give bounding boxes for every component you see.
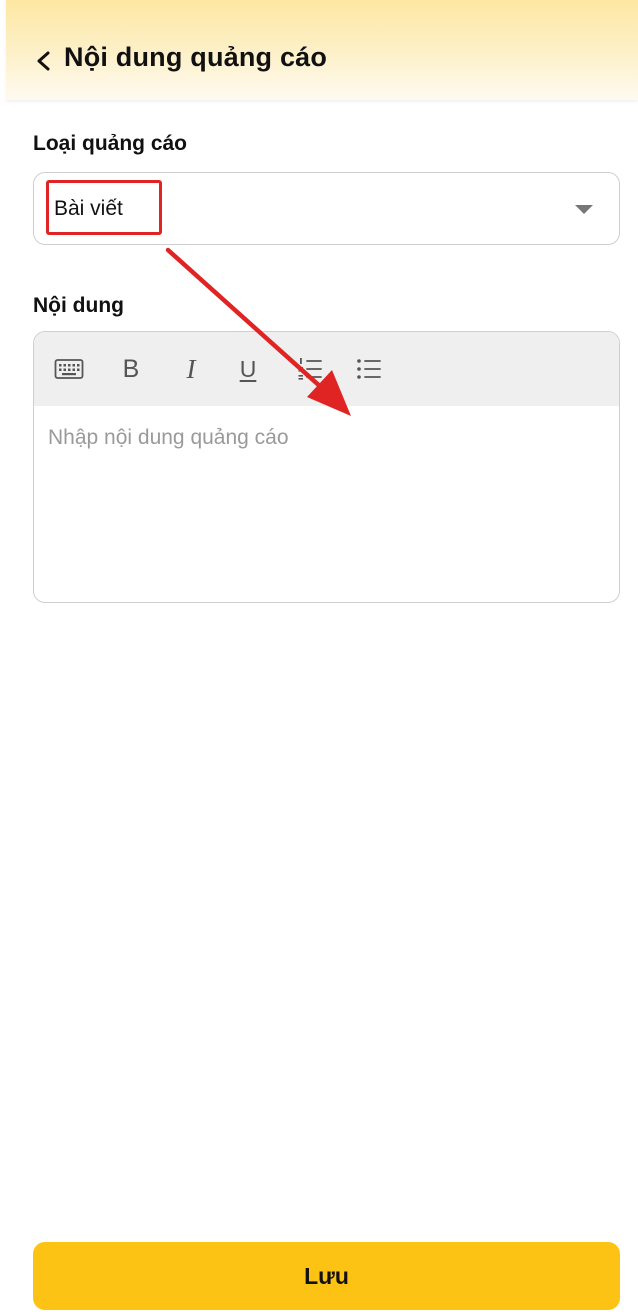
bold-label: B xyxy=(122,354,140,383)
editor-toolbar: B I U xyxy=(34,332,619,406)
bold-button[interactable]: B xyxy=(114,352,148,386)
italic-button[interactable]: I xyxy=(174,352,208,386)
bullet-list-icon xyxy=(357,359,381,379)
save-button[interactable]: Lưu xyxy=(33,1242,620,1310)
keyboard-button[interactable] xyxy=(52,352,86,386)
ordered-list-button[interactable] xyxy=(293,352,327,386)
content-input[interactable]: Nhập nội dung quảng cáo xyxy=(48,426,289,450)
content-label: Nội dung xyxy=(33,294,124,317)
italic-label: I xyxy=(186,353,196,384)
page-title: Nội dung quảng cáo xyxy=(64,42,328,72)
ordered-list-icon xyxy=(298,358,322,380)
content-editor: B I U Nhập nội dung quảng cáo xyxy=(33,331,620,603)
chevron-left-icon xyxy=(37,51,50,71)
screen: Nội dung quảng cáo Loại quảng cáo Bài vi… xyxy=(6,0,638,1312)
app-header: Nội dung quảng cáo xyxy=(6,0,638,100)
annotation-highlight-box xyxy=(46,180,162,235)
underline-button[interactable]: U xyxy=(231,352,265,386)
bullet-list-button[interactable] xyxy=(352,352,386,386)
keyboard-icon xyxy=(54,359,84,379)
back-button[interactable] xyxy=(32,44,56,78)
save-button-label: Lưu xyxy=(304,1262,349,1289)
ad-type-label: Loại quảng cáo xyxy=(33,132,188,155)
caret-down-icon xyxy=(575,205,593,214)
underline-label: U xyxy=(239,355,257,382)
